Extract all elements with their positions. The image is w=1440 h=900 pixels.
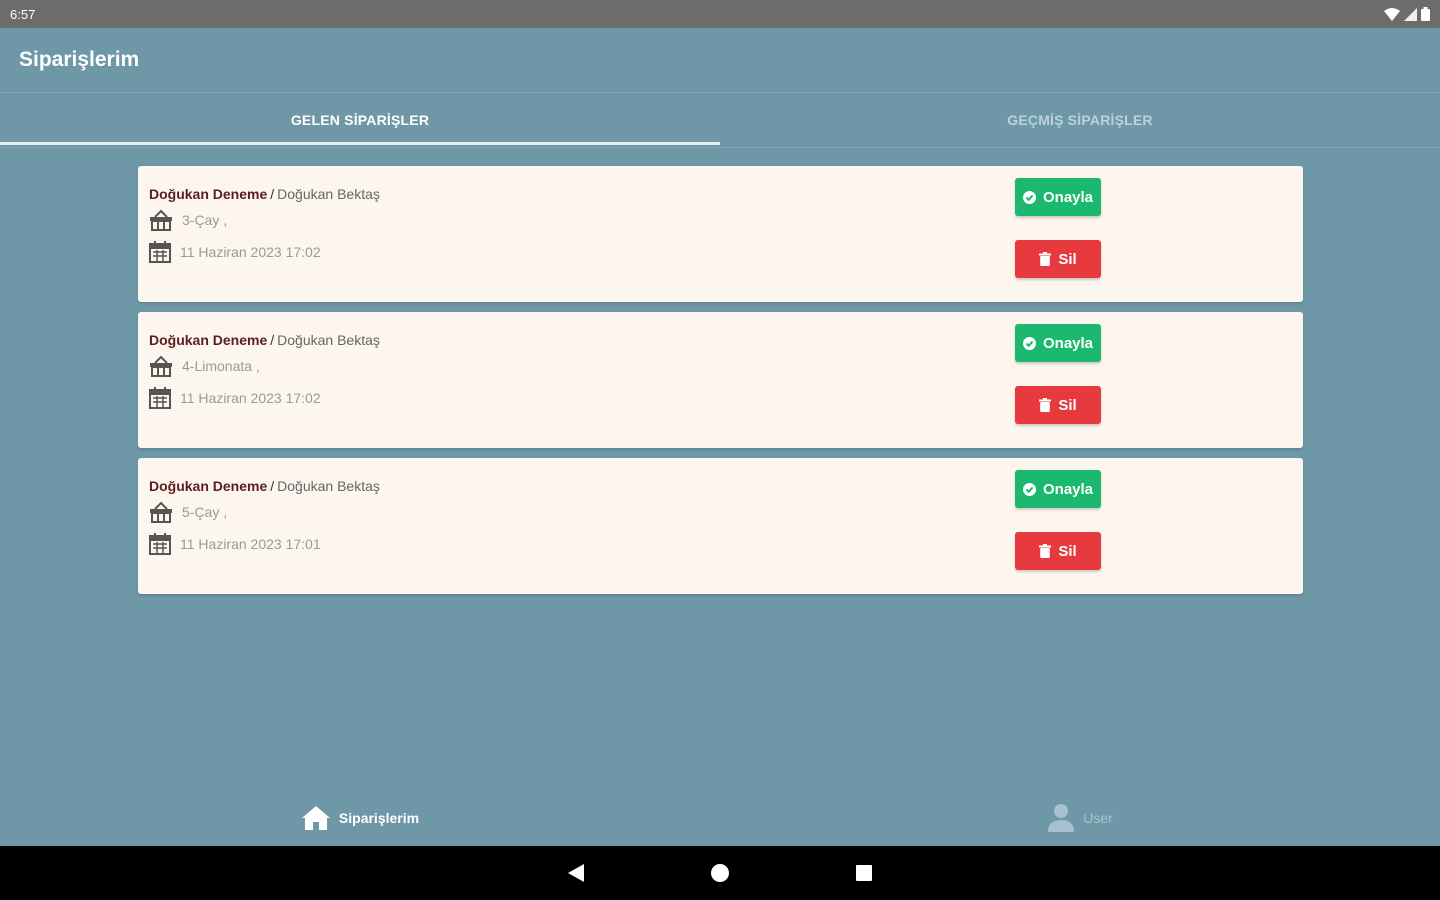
nav-label: User	[1083, 810, 1113, 826]
wifi-icon	[1384, 7, 1400, 21]
calendar-icon	[149, 533, 171, 555]
user-icon	[1048, 804, 1075, 832]
home-circle-icon	[711, 864, 729, 882]
date-row: 11 Haziran 2023 17:02	[149, 241, 321, 263]
check-circle-icon	[1022, 482, 1036, 496]
nav-item-orders[interactable]: Siparişlerim	[0, 790, 720, 846]
order-date: 11 Haziran 2023 17:01	[180, 536, 321, 552]
delete-button[interactable]: Sil	[1015, 386, 1101, 424]
trash-icon	[1039, 398, 1052, 412]
tab-label: GELEN SİPARİŞLER	[290, 112, 430, 128]
product-row: 5-Çay ,	[149, 501, 227, 523]
app-bar: Siparişlerim	[0, 28, 1440, 92]
approve-button[interactable]: Onayla	[1015, 470, 1101, 508]
approve-label: Onayla	[1042, 480, 1094, 498]
product-text: 4-Limonata ,	[182, 358, 260, 374]
tab-bar: GELEN SİPARİŞLER GEÇMİŞ SİPARİŞLER	[0, 92, 1440, 148]
delete-label: Sil	[1058, 250, 1077, 268]
order-date: 11 Haziran 2023 17:02	[180, 244, 321, 260]
status-time: 6:57	[10, 6, 36, 22]
approve-button[interactable]: Onayla	[1015, 178, 1101, 216]
product-text: 3-Çay ,	[182, 212, 228, 228]
tab-incoming-orders[interactable]: GELEN SİPARİŞLER	[0, 93, 720, 147]
product-row: 3-Çay ,	[149, 209, 227, 231]
tab-past-orders[interactable]: GEÇMİŞ SİPARİŞLER	[720, 93, 1440, 147]
back-triangle-icon	[568, 864, 584, 882]
staff-name: Doğukan Bektaş	[277, 186, 380, 202]
order-card: Doğukan Deneme / Doğukan Bektaş 5-Çay , 11…	[138, 458, 1303, 594]
date-row: 11 Haziran 2023 17:02	[149, 387, 321, 409]
battery-icon	[1421, 7, 1430, 21]
separator: /	[270, 186, 275, 202]
staff-name: Doğukan Bektaş	[277, 478, 380, 494]
staff-name: Doğukan Bektaş	[277, 332, 380, 348]
bottom-navigation: Siparişlerim User	[0, 790, 1440, 846]
approve-button[interactable]: Onayla	[1015, 324, 1101, 362]
calendar-icon	[149, 241, 171, 263]
customer-name: Doğukan Deneme	[149, 332, 268, 348]
status-bar: 6:57	[0, 0, 1440, 28]
nav-item-user[interactable]: User	[720, 790, 1440, 846]
calendar-icon	[149, 387, 171, 409]
delete-label: Sil	[1058, 542, 1077, 560]
delete-button[interactable]: Sil	[1015, 532, 1101, 570]
check-circle-icon	[1022, 190, 1036, 204]
separator: /	[270, 332, 275, 348]
basket-icon	[150, 209, 172, 231]
page-title: Siparişlerim	[19, 48, 140, 71]
delete-label: Sil	[1058, 396, 1077, 414]
order-header: Doğukan Deneme / Doğukan Bektaş	[149, 478, 380, 494]
nav-label: Siparişlerim	[338, 810, 420, 826]
basket-icon	[150, 501, 172, 523]
home-icon	[301, 806, 330, 830]
order-date: 11 Haziran 2023 17:02	[180, 390, 321, 406]
tab-label: GEÇMİŞ SİPARİŞLER	[1007, 112, 1153, 128]
home-button[interactable]	[707, 860, 733, 886]
separator: /	[270, 478, 275, 494]
system-navigation-bar	[0, 846, 1440, 900]
status-icons	[1384, 7, 1430, 21]
order-card: Doğukan Deneme / Doğukan Bektaş 3-Çay , 11…	[138, 166, 1303, 302]
trash-icon	[1039, 544, 1052, 558]
order-card: Doğukan Deneme / Doğukan Bektaş 4-Limonata…	[138, 312, 1303, 448]
trash-icon	[1039, 252, 1052, 266]
recents-button[interactable]	[851, 860, 877, 886]
check-circle-icon	[1022, 336, 1036, 350]
approve-label: Onayla	[1042, 334, 1094, 352]
recents-square-icon	[856, 865, 872, 881]
product-row: 4-Limonata ,	[149, 355, 260, 377]
customer-name: Doğukan Deneme	[149, 186, 268, 202]
delete-button[interactable]: Sil	[1015, 240, 1101, 278]
order-header: Doğukan Deneme / Doğukan Bektaş	[149, 186, 380, 202]
order-header: Doğukan Deneme / Doğukan Bektaş	[149, 332, 380, 348]
back-button[interactable]	[563, 860, 589, 886]
basket-icon	[150, 355, 172, 377]
customer-name: Doğukan Deneme	[149, 478, 268, 494]
approve-label: Onayla	[1042, 188, 1094, 206]
order-list: Doğukan Deneme / Doğukan Bektaş 3-Çay , 11…	[138, 166, 1303, 604]
product-text: 5-Çay ,	[182, 504, 228, 520]
signal-icon	[1404, 7, 1417, 21]
date-row: 11 Haziran 2023 17:01	[149, 533, 321, 555]
